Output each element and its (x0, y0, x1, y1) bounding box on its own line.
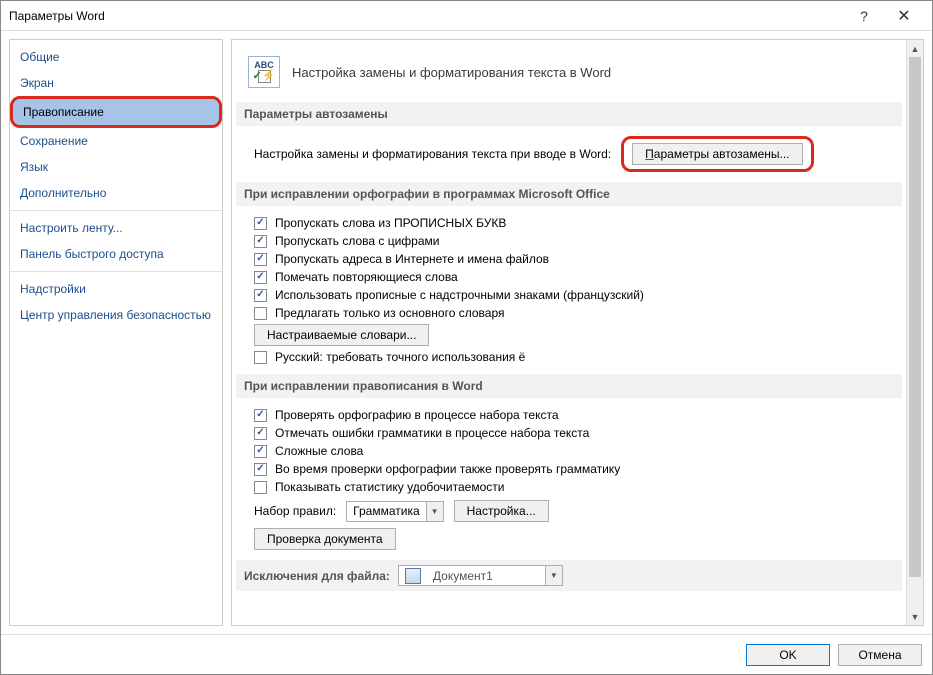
sidebar-item-language[interactable]: Язык (10, 154, 222, 180)
exceptions-file-select[interactable]: Документ1 ▼ (398, 565, 563, 586)
grammar-settings-button[interactable]: Настройка... (454, 500, 549, 522)
sidebar-item-advanced[interactable]: Дополнительно (10, 180, 222, 206)
content: ABC✓⚡ Настройка замены и форматирования … (232, 40, 906, 625)
sidebar-item-proofing[interactable]: Правописание (10, 96, 222, 128)
vertical-scrollbar[interactable]: ▲ ▼ (906, 40, 923, 625)
sidebar-item-addins[interactable]: Надстройки (10, 276, 222, 302)
checkbox-flag-repeated[interactable] (254, 271, 267, 284)
sidebar-item-trust-center[interactable]: Центр управления безопасностью (10, 302, 222, 328)
ok-button[interactable]: OK (746, 644, 830, 666)
sidebar-item-display[interactable]: Экран (10, 70, 222, 96)
scroll-up-icon[interactable]: ▲ (907, 40, 923, 57)
checkbox-compound-words[interactable] (254, 445, 267, 458)
proofing-icon: ABC✓⚡ (248, 56, 280, 88)
checkbox-check-spelling-typing[interactable] (254, 409, 267, 422)
label-ignore-numbers: Пропускать слова с цифрами (275, 234, 439, 248)
sidebar: Общие Экран Правописание Сохранение Язык… (9, 39, 223, 626)
chevron-down-icon: ▼ (545, 566, 562, 585)
sidebar-item-save[interactable]: Сохранение (10, 128, 222, 154)
checkbox-mark-grammar[interactable] (254, 427, 267, 440)
scroll-down-icon[interactable]: ▼ (907, 608, 923, 625)
dialog-body: Общие Экран Правописание Сохранение Язык… (1, 31, 932, 634)
label-french-accents: Использовать прописные с надстрочными зн… (275, 288, 644, 302)
checkbox-russian-yo[interactable] (254, 351, 267, 364)
page-header: ABC✓⚡ Настройка замены и форматирования … (248, 56, 894, 88)
section-word-proofing: При исправлении правописания в Word (236, 374, 902, 398)
document-icon (405, 568, 421, 584)
section-office-spelling: При исправлении орфографии в программах … (236, 182, 902, 206)
content-wrap: ABC✓⚡ Настройка замены и форматирования … (231, 39, 924, 626)
chevron-down-icon: ▼ (426, 502, 443, 521)
sidebar-separator (10, 271, 222, 272)
sidebar-separator (10, 210, 222, 211)
autocorrect-desc: Настройка замены и форматирования текста… (254, 147, 611, 161)
label-ignore-urls: Пропускать адреса в Интернете и имена фа… (275, 252, 549, 266)
checkbox-readability-stats[interactable] (254, 481, 267, 494)
checkbox-ignore-urls[interactable] (254, 253, 267, 266)
label-flag-repeated: Помечать повторяющиеся слова (275, 270, 458, 284)
exceptions-file-value: Документ1 (427, 569, 499, 583)
label-compound-words: Сложные слова (275, 444, 363, 458)
autocorrect-options-button[interactable]: Параметры автозамены... (632, 143, 802, 165)
dialog-footer: OK Отмена (1, 634, 932, 674)
autocorrect-row: Настройка замены и форматирования текста… (254, 136, 894, 172)
checkbox-main-dict-only[interactable] (254, 307, 267, 320)
label-check-spelling-typing: Проверять орфографию в процессе набора т… (275, 408, 559, 422)
checkbox-ignore-uppercase[interactable] (254, 217, 267, 230)
label-main-dict-only: Предлагать только из основного словаря (275, 306, 504, 320)
ruleset-select[interactable]: Грамматика ▼ (346, 501, 443, 522)
checkbox-grammar-with-spelling[interactable] (254, 463, 267, 476)
label-russian-yo: Русский: требовать точного использования… (275, 350, 525, 364)
page-title: Настройка замены и форматирования текста… (292, 65, 611, 80)
word-options-dialog: Параметры Word ? ✕ Общие Экран Правописа… (0, 0, 933, 675)
titlebar: Параметры Word ? ✕ (1, 1, 932, 31)
label-readability-stats: Показывать статистику удобочитаемости (275, 480, 504, 494)
custom-dictionaries-button[interactable]: Настраиваемые словари... (254, 324, 429, 346)
checkbox-french-accents[interactable] (254, 289, 267, 302)
sidebar-item-quick-access[interactable]: Панель быстрого доступа (10, 241, 222, 267)
label-mark-grammar: Отмечать ошибки грамматики в процессе на… (275, 426, 589, 440)
close-button[interactable]: ✕ (884, 2, 924, 30)
label-grammar-with-spelling: Во время проверки орфографии также прове… (275, 462, 620, 476)
sidebar-item-general[interactable]: Общие (10, 44, 222, 70)
checkbox-ignore-numbers[interactable] (254, 235, 267, 248)
ruleset-value: Грамматика (347, 504, 425, 518)
check-document-button[interactable]: Проверка документа (254, 528, 396, 550)
sidebar-item-customize-ribbon[interactable]: Настроить ленту... (10, 215, 222, 241)
scroll-thumb[interactable] (909, 57, 921, 577)
help-button[interactable]: ? (844, 2, 884, 30)
exceptions-label: Исключения для файла: (244, 569, 390, 583)
label-ignore-uppercase: Пропускать слова из ПРОПИСНЫХ БУКВ (275, 216, 506, 230)
ruleset-label: Набор правил: (254, 504, 336, 518)
window-title: Параметры Word (9, 9, 844, 23)
section-exceptions: Исключения для файла: Документ1 ▼ (236, 560, 902, 591)
section-autocorrect-options: Параметры автозамены (236, 102, 902, 126)
cancel-button[interactable]: Отмена (838, 644, 922, 666)
